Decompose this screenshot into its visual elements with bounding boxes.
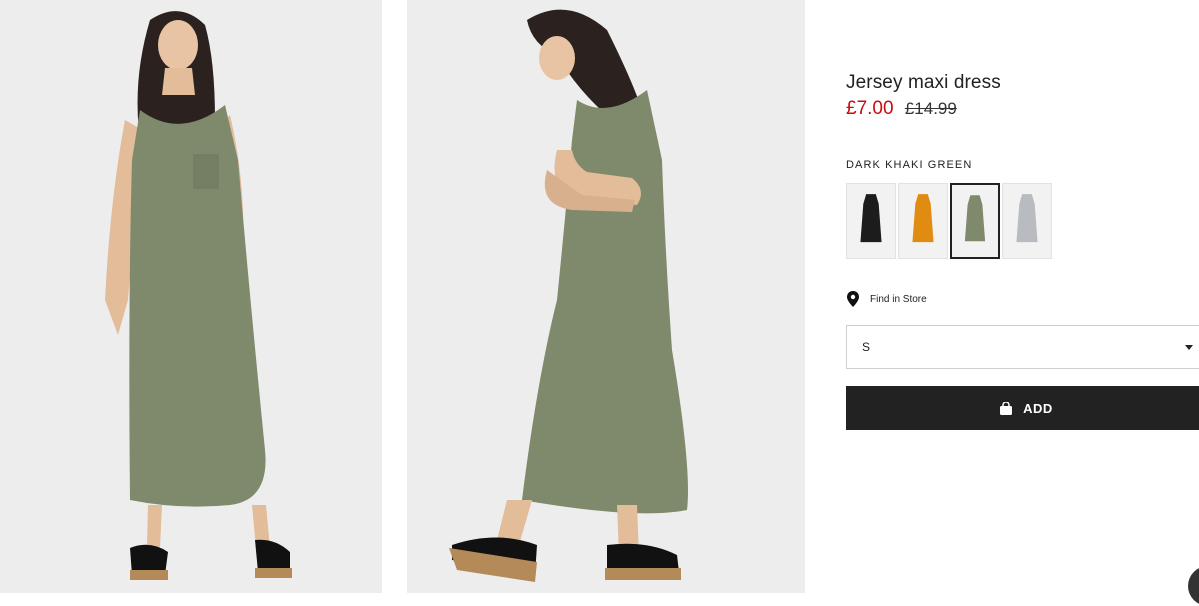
add-to-bag-button[interactable]: ADD — [846, 386, 1199, 430]
shopping-bag-icon — [1000, 401, 1013, 415]
size-select[interactable]: S — [846, 325, 1199, 369]
color-swatch-mustard[interactable] — [898, 183, 948, 259]
original-price: £14.99 — [904, 99, 957, 118]
product-photo-front[interactable] — [0, 0, 382, 593]
product-title: Jersey maxi dress — [846, 72, 1001, 93]
product-info-panel: Jersey maxi dress £7.00 £14.99 DARK KHAK… — [846, 0, 1199, 593]
dress-thumbnail-black — [860, 194, 882, 243]
dress-thumbnail-mustard — [912, 194, 934, 243]
size-select-value: S — [862, 340, 871, 354]
find-in-store-link[interactable]: Find in Store — [846, 291, 927, 307]
dress-thumbnail-grey — [1016, 194, 1038, 243]
location-pin-icon — [847, 291, 859, 307]
product-photo-side[interactable] — [407, 0, 805, 593]
model-front-illustration — [105, 11, 292, 580]
color-swatch-dark-khaki-green[interactable] — [950, 183, 1000, 259]
price-block: £7.00 £14.99 — [846, 98, 957, 120]
chevron-down-icon — [1185, 345, 1193, 350]
find-in-store-label: Find in Store — [870, 293, 927, 305]
sale-price: £7.00 — [846, 98, 894, 119]
color-swatch-list — [846, 183, 1054, 259]
model-side-illustration — [449, 9, 688, 582]
dress-thumbnail-khaki — [964, 195, 986, 242]
color-swatch-grey[interactable] — [1002, 183, 1052, 259]
color-swatch-black[interactable] — [846, 183, 896, 259]
add-button-label: ADD — [1023, 400, 1053, 416]
selected-color-label: DARK KHAKI GREEN — [846, 159, 973, 171]
